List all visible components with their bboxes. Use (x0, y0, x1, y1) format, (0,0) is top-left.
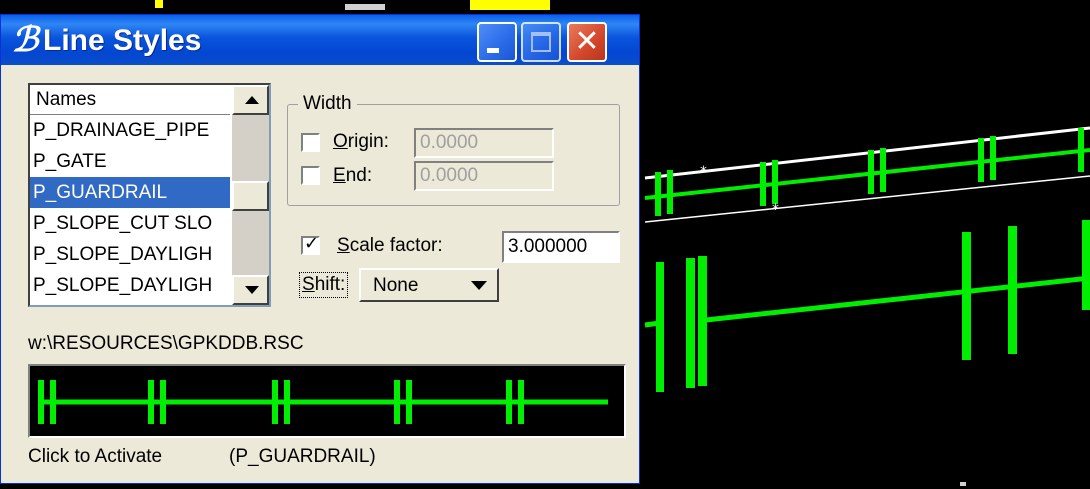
width-group-legend: Width (298, 92, 357, 116)
svg-text:*: * (700, 164, 707, 180)
scale-factor-checkbox[interactable]: ✓ (301, 233, 320, 255)
end-field[interactable]: 0.0000 (414, 161, 554, 191)
scroll-up-button[interactable] (232, 85, 269, 115)
guardrail-preview-graphic (38, 380, 608, 424)
end-checkbox[interactable] (301, 166, 320, 185)
origin-label: Origin: (333, 131, 389, 152)
status-current-style: (P_GUARDRAIL) (229, 446, 376, 467)
names-listbox[interactable]: Names P_DRAINAGE_PIPE P_GATE P_GUARDRAIL… (28, 83, 271, 307)
shift-dropdown[interactable]: None (359, 268, 499, 302)
scale-factor-label: Scale factor: (337, 235, 443, 256)
maximize-icon (531, 32, 551, 52)
line-style-preview[interactable] (28, 364, 626, 438)
list-item[interactable]: P_DRAINAGE_PIPE (30, 115, 230, 146)
arrow-up-icon (245, 96, 259, 104)
chevron-down-icon (471, 281, 487, 290)
list-item[interactable]: P_SLOPE_DAYLIGH (30, 239, 230, 270)
status-prompt: Click to Activate (28, 446, 163, 467)
scale-factor-field[interactable]: 3.000000 (502, 231, 620, 263)
resource-file-path: w:\RESOURCES\GPKDDB.RSC (28, 333, 304, 354)
minimize-button[interactable] (477, 22, 517, 62)
scroll-thumb[interactable] (232, 181, 269, 211)
origin-field[interactable]: 0.0000 (414, 128, 554, 158)
close-button[interactable]: ✕ (567, 22, 607, 62)
names-scrollbar[interactable] (232, 85, 269, 305)
minimize-icon (487, 48, 499, 53)
microstation-icon: ℬ (11, 20, 39, 60)
scroll-down-button[interactable] (232, 275, 269, 305)
maximize-button[interactable] (521, 22, 561, 62)
origin-checkbox[interactable] (301, 133, 320, 152)
shift-label: Shift: (299, 272, 349, 298)
title-bar[interactable]: ℬ Line Styles ✕ (1, 15, 639, 65)
checkmark-icon: ✓ (304, 233, 320, 254)
list-item[interactable]: P_GATE (30, 146, 230, 177)
list-item[interactable]: P_SLOPE_CUT SLO (30, 208, 230, 239)
names-column-header[interactable]: Names (30, 85, 230, 115)
shift-selected-value: None (373, 275, 419, 296)
close-icon: ✕ (574, 24, 600, 59)
end-label: End: (333, 165, 373, 186)
window-title: Line Styles (43, 24, 202, 57)
arrow-down-icon (245, 286, 259, 294)
list-item-selected[interactable]: P_GUARDRAIL (30, 177, 230, 208)
svg-text:*: * (772, 202, 779, 218)
list-item[interactable]: P_SLOPE_DAYLIGH (30, 270, 230, 301)
